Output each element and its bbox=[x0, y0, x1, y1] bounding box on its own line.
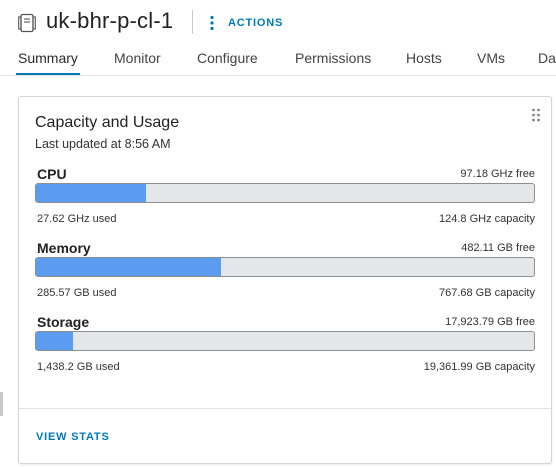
tab-permissions[interactable]: Permissions bbox=[295, 50, 371, 75]
usage-bar bbox=[35, 331, 535, 351]
actions-menu-button[interactable]: ACTIONS bbox=[207, 12, 283, 34]
metric-name: Memory bbox=[37, 240, 91, 256]
usage-bar-fill bbox=[36, 258, 222, 276]
capacity-usage-card: Capacity and Usage Last updated at 8:56 … bbox=[18, 96, 552, 464]
panel-resize-handle[interactable] bbox=[0, 392, 3, 416]
page-title: uk-bhr-p-cl-1 bbox=[46, 8, 174, 33]
tab-configure[interactable]: Configure bbox=[197, 50, 258, 75]
metric-name: CPU bbox=[37, 166, 67, 182]
metric-name: Storage bbox=[37, 314, 90, 330]
tab-summary[interactable]: Summary bbox=[16, 50, 80, 75]
metric-capacity: 124.8 GHz capacity bbox=[439, 213, 535, 225]
metric-used: 285.57 GB used bbox=[37, 287, 117, 299]
usage-bar-fill bbox=[36, 332, 73, 350]
last-updated-text: Last updated at 8:56 AM bbox=[35, 137, 171, 151]
storage-metric: Storage 17,923.79 GB free 1,438.2 GB use… bbox=[35, 314, 535, 380]
header-divider bbox=[192, 10, 193, 34]
drag-handle-icon[interactable] bbox=[531, 108, 541, 122]
view-stats-link[interactable]: VIEW STATS bbox=[36, 431, 110, 443]
metric-free: 97.18 GHz free bbox=[460, 168, 535, 180]
tab-monitor[interactable]: Monitor bbox=[114, 50, 161, 75]
tab-hosts[interactable]: Hosts bbox=[406, 50, 442, 75]
metric-free: 17,923.79 GB free bbox=[445, 316, 535, 328]
usage-bar bbox=[35, 183, 535, 203]
tab-datastores[interactable]: Da bbox=[538, 50, 556, 75]
cluster-icon bbox=[18, 13, 36, 33]
tab-bar: Summary Monitor Configure Permissions Ho… bbox=[0, 46, 556, 76]
usage-bar-fill bbox=[36, 184, 147, 202]
card-footer-divider bbox=[19, 408, 551, 409]
metric-used: 1,438.2 GB used bbox=[37, 361, 120, 373]
memory-metric: Memory 482.11 GB free 285.57 GB used 767… bbox=[35, 240, 535, 306]
metric-used: 27.62 GHz used bbox=[37, 213, 117, 225]
vertical-ellipsis-icon bbox=[207, 15, 217, 31]
metric-free: 482.11 GB free bbox=[461, 242, 535, 254]
metric-capacity: 767.68 GB capacity bbox=[438, 287, 535, 299]
tab-vms[interactable]: VMs bbox=[477, 50, 505, 75]
metric-capacity: 19,361.99 GB capacity bbox=[423, 361, 535, 373]
object-header: uk-bhr-p-cl-1 ACTIONS bbox=[0, 0, 556, 46]
usage-bar bbox=[35, 257, 535, 277]
actions-label: ACTIONS bbox=[228, 17, 284, 29]
cpu-metric: CPU 97.18 GHz free 27.62 GHz used 124.8 … bbox=[35, 166, 535, 232]
card-title: Capacity and Usage bbox=[35, 114, 180, 131]
